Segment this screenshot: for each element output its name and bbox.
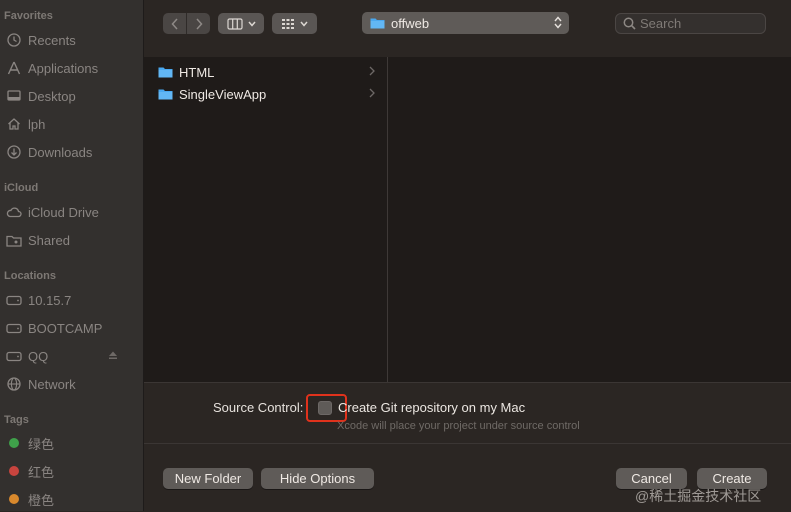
hide-options-button[interactable]: Hide Options bbox=[261, 468, 374, 489]
shared-folder-icon bbox=[6, 232, 22, 248]
chevron-right-icon bbox=[369, 66, 375, 76]
column-browser: HTML SingleViewApp bbox=[144, 57, 791, 382]
location-label: offweb bbox=[391, 15, 430, 31]
search-field[interactable] bbox=[615, 13, 766, 34]
disk-icon bbox=[6, 348, 22, 364]
sidebar-item-icloud-drive[interactable]: iCloud Drive bbox=[6, 202, 138, 222]
folder-icon bbox=[158, 67, 173, 78]
eject-icon[interactable] bbox=[108, 350, 118, 360]
tag-dot bbox=[9, 438, 19, 448]
sidebar-item-disk-10157[interactable]: 10.15.7 bbox=[6, 290, 138, 310]
network-icon bbox=[6, 376, 22, 392]
tag-dot bbox=[9, 494, 19, 504]
disk-icon bbox=[6, 292, 22, 308]
columns-view-icon bbox=[226, 17, 243, 30]
sidebar-tag-orange[interactable]: 橙色 bbox=[6, 489, 138, 509]
download-icon bbox=[6, 144, 22, 160]
sidebar-item-desktop[interactable]: Desktop bbox=[6, 86, 138, 106]
tags-heading: Tags bbox=[4, 414, 29, 426]
desktop-icon bbox=[6, 88, 22, 104]
sidebar: Favorites Recents Applications Desktop l… bbox=[0, 0, 144, 511]
sidebar-item-qq[interactable]: QQ bbox=[6, 346, 138, 366]
sidebar-item-label: Desktop bbox=[28, 88, 76, 104]
favorites-heading: Favorites bbox=[4, 10, 53, 22]
locations-heading: Locations bbox=[4, 270, 56, 282]
sidebar-item-label: iCloud Drive bbox=[28, 204, 99, 220]
group-by-button[interactable] bbox=[272, 13, 317, 34]
updown-chevron-icon bbox=[554, 16, 562, 29]
sidebar-item-label: 绿色 bbox=[28, 436, 55, 452]
sidebar-item-label: Network bbox=[28, 376, 76, 392]
sidebar-item-label: Shared bbox=[28, 232, 70, 248]
navigation-buttons bbox=[163, 13, 210, 34]
sidebar-item-recents[interactable]: Recents bbox=[6, 30, 138, 50]
new-folder-button[interactable]: New Folder bbox=[163, 468, 253, 489]
sidebar-item-home[interactable]: lph bbox=[6, 114, 138, 134]
item-label: HTML bbox=[179, 64, 215, 80]
chevron-left-icon bbox=[170, 17, 178, 30]
sidebar-item-network[interactable]: Network bbox=[6, 374, 138, 394]
cloud-icon bbox=[6, 204, 22, 220]
location-popup[interactable]: offweb bbox=[362, 12, 569, 34]
sidebar-item-label: 橙色 bbox=[28, 492, 55, 508]
list-item[interactable]: SingleViewApp bbox=[158, 84, 383, 104]
sidebar-item-downloads[interactable]: Downloads bbox=[6, 142, 138, 162]
browser-column: HTML SingleViewApp bbox=[144, 57, 388, 382]
sidebar-item-label: 红色 bbox=[28, 464, 55, 480]
sidebar-item-bootcamp[interactable]: BOOTCAMP bbox=[6, 318, 138, 338]
sidebar-item-label: lph bbox=[28, 116, 46, 132]
watermark: @稀土掘金技术社区 bbox=[635, 488, 762, 504]
back-button[interactable] bbox=[163, 13, 186, 34]
sidebar-item-label: BOOTCAMP bbox=[28, 320, 103, 336]
git-repository-label: Create Git repository on my Mac bbox=[338, 400, 526, 415]
disk-icon bbox=[6, 320, 22, 336]
sidebar-item-applications[interactable]: Applications bbox=[6, 58, 138, 78]
list-item[interactable]: HTML bbox=[158, 62, 383, 82]
grid-icon bbox=[282, 18, 294, 29]
search-input[interactable] bbox=[636, 16, 760, 31]
sidebar-tag-red[interactable]: 红色 bbox=[6, 461, 138, 481]
home-icon bbox=[6, 116, 22, 132]
sidebar-item-label: 10.15.7 bbox=[28, 292, 72, 308]
sidebar-item-label: QQ bbox=[28, 348, 49, 364]
sidebar-item-label: Downloads bbox=[28, 144, 93, 160]
chevron-right-icon bbox=[369, 88, 375, 98]
sidebar-item-shared[interactable]: Shared bbox=[6, 230, 138, 250]
source-control-hint: Xcode will place your project under sour… bbox=[337, 420, 580, 432]
source-control-label: Source Control: bbox=[213, 400, 304, 415]
folder-icon bbox=[370, 18, 385, 29]
clock-icon bbox=[6, 32, 22, 48]
icloud-heading: iCloud bbox=[4, 182, 39, 194]
chevron-down-icon bbox=[247, 21, 256, 27]
search-icon bbox=[623, 17, 636, 30]
forward-button[interactable] bbox=[186, 13, 210, 34]
chevron-right-icon bbox=[195, 17, 203, 30]
sidebar-tag-green[interactable]: 绿色 bbox=[6, 433, 138, 453]
sidebar-item-label: Applications bbox=[28, 60, 99, 76]
item-label: SingleViewApp bbox=[179, 86, 267, 102]
folder-icon bbox=[158, 89, 173, 100]
tag-dot bbox=[9, 466, 19, 476]
view-mode-button[interactable] bbox=[218, 13, 264, 34]
chevron-down-icon bbox=[300, 21, 308, 27]
sidebar-item-label: Recents bbox=[28, 32, 76, 48]
applications-icon bbox=[6, 60, 22, 76]
